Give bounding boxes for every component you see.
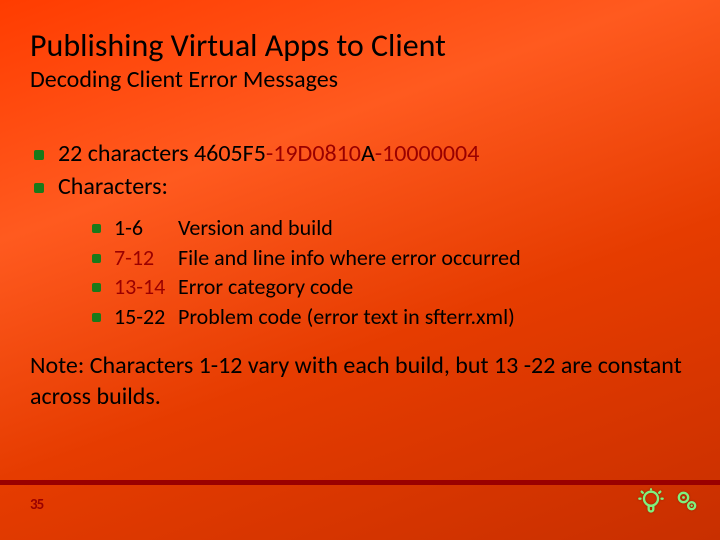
- desc: Problem code (error text in sfterr.xml): [178, 302, 515, 332]
- characters-label: Characters:: [30, 171, 690, 203]
- list-item: 13-14 Error category code: [92, 272, 690, 302]
- errorcode-mid-b: A: [361, 139, 375, 168]
- desc: File and line info where error occurred: [178, 243, 521, 273]
- page-number: 35: [30, 496, 43, 514]
- gears-icon: [672, 486, 702, 516]
- note: Note: Characters 1-12 vary with each bui…: [30, 350, 690, 412]
- character-breakdown: 1-6 Version and build 7-12 File and line…: [92, 213, 690, 332]
- desc: Error category code: [178, 272, 353, 302]
- footer-rule: [0, 480, 720, 485]
- errorcode-mid-a: -19D0810: [266, 139, 361, 168]
- page-subtitle: Decoding Client Error Messages: [30, 65, 690, 94]
- list-item: 1-6 Version and build: [92, 213, 690, 243]
- footer: 35: [0, 480, 720, 508]
- errorcode-prefix: 22 characters 4605F5: [58, 139, 266, 168]
- range: 7-12: [114, 243, 178, 273]
- list-item: 7-12 File and line info where error occu…: [92, 243, 690, 273]
- page-title: Publishing Virtual Apps to Client: [30, 28, 690, 63]
- list-item: 15-22 Problem code (error text in sfterr…: [92, 302, 690, 332]
- slide: Publishing Virtual Apps to Client Decodi…: [0, 0, 720, 540]
- main-list: 22 characters 4605F5-19D0810A-10000004 C…: [30, 138, 690, 203]
- range: 15-22: [114, 302, 178, 332]
- footer-icons: [636, 486, 702, 516]
- lightbulb-icon: [636, 486, 666, 516]
- errorcode-suffix: -10000004: [375, 139, 480, 168]
- desc: Version and build: [178, 213, 333, 243]
- range: 13-14: [114, 272, 178, 302]
- errorcode-line: 22 characters 4605F5-19D0810A-10000004: [30, 138, 690, 170]
- range: 1-6: [114, 213, 178, 243]
